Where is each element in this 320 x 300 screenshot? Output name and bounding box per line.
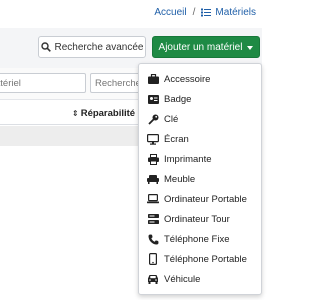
list-icon (201, 8, 212, 17)
printer-icon (147, 153, 159, 165)
menu-item-telephone-fixe[interactable]: Téléphone Fixe (139, 229, 261, 249)
search-icon (40, 42, 51, 52)
mobile-icon (147, 253, 159, 265)
menu-item-vehicule[interactable]: Véhicule (139, 269, 261, 289)
phone-icon (147, 233, 159, 245)
add-equipment-menu: Accessoire Badge Clé Écran Imprimante Me… (138, 63, 262, 295)
column-header-label: Réparabilité (80, 108, 136, 119)
key-icon (147, 113, 159, 125)
menu-item-telephone-portable[interactable]: Téléphone Portable (139, 249, 261, 269)
add-equipment-button[interactable]: Ajouter un matériel (152, 36, 260, 58)
menu-item-badge[interactable]: Badge (139, 89, 261, 109)
breadcrumb: Accueil / Matériels (154, 7, 256, 18)
advanced-search-button[interactable]: Recherche avancée (38, 36, 146, 58)
filter-input-materiel[interactable] (0, 73, 86, 93)
car-icon (147, 273, 159, 285)
menu-item-cle[interactable]: Clé (139, 109, 261, 129)
advanced-search-label: Recherche avancée (54, 41, 144, 53)
monitor-icon (147, 133, 159, 145)
laptop-icon (147, 193, 159, 205)
menu-item-meuble[interactable]: Meuble (139, 169, 261, 189)
menu-item-ordinateur-tour[interactable]: Ordinateur Tour (139, 209, 261, 229)
menu-item-ordinateur-portable[interactable]: Ordinateur Portable (139, 189, 261, 209)
furniture-icon (147, 173, 159, 185)
sort-icon: ⇕ (72, 109, 79, 118)
menu-item-accessoire[interactable]: Accessoire (139, 69, 261, 89)
add-equipment-label: Ajouter un matériel (158, 41, 243, 53)
breadcrumb-home[interactable]: Accueil (154, 7, 186, 18)
menu-item-imprimante[interactable]: Imprimante (139, 149, 261, 169)
breadcrumb-separator: / (192, 7, 196, 18)
breadcrumb-current[interactable]: Matériels (215, 7, 256, 18)
caret-down-icon (247, 45, 254, 50)
menu-item-ecran[interactable]: Écran (139, 129, 261, 149)
id-badge-icon (147, 93, 159, 105)
column-header-reparabilite[interactable]: ⇕ Réparabilité (72, 108, 135, 119)
briefcase-icon (147, 73, 159, 85)
server-icon (147, 213, 159, 225)
